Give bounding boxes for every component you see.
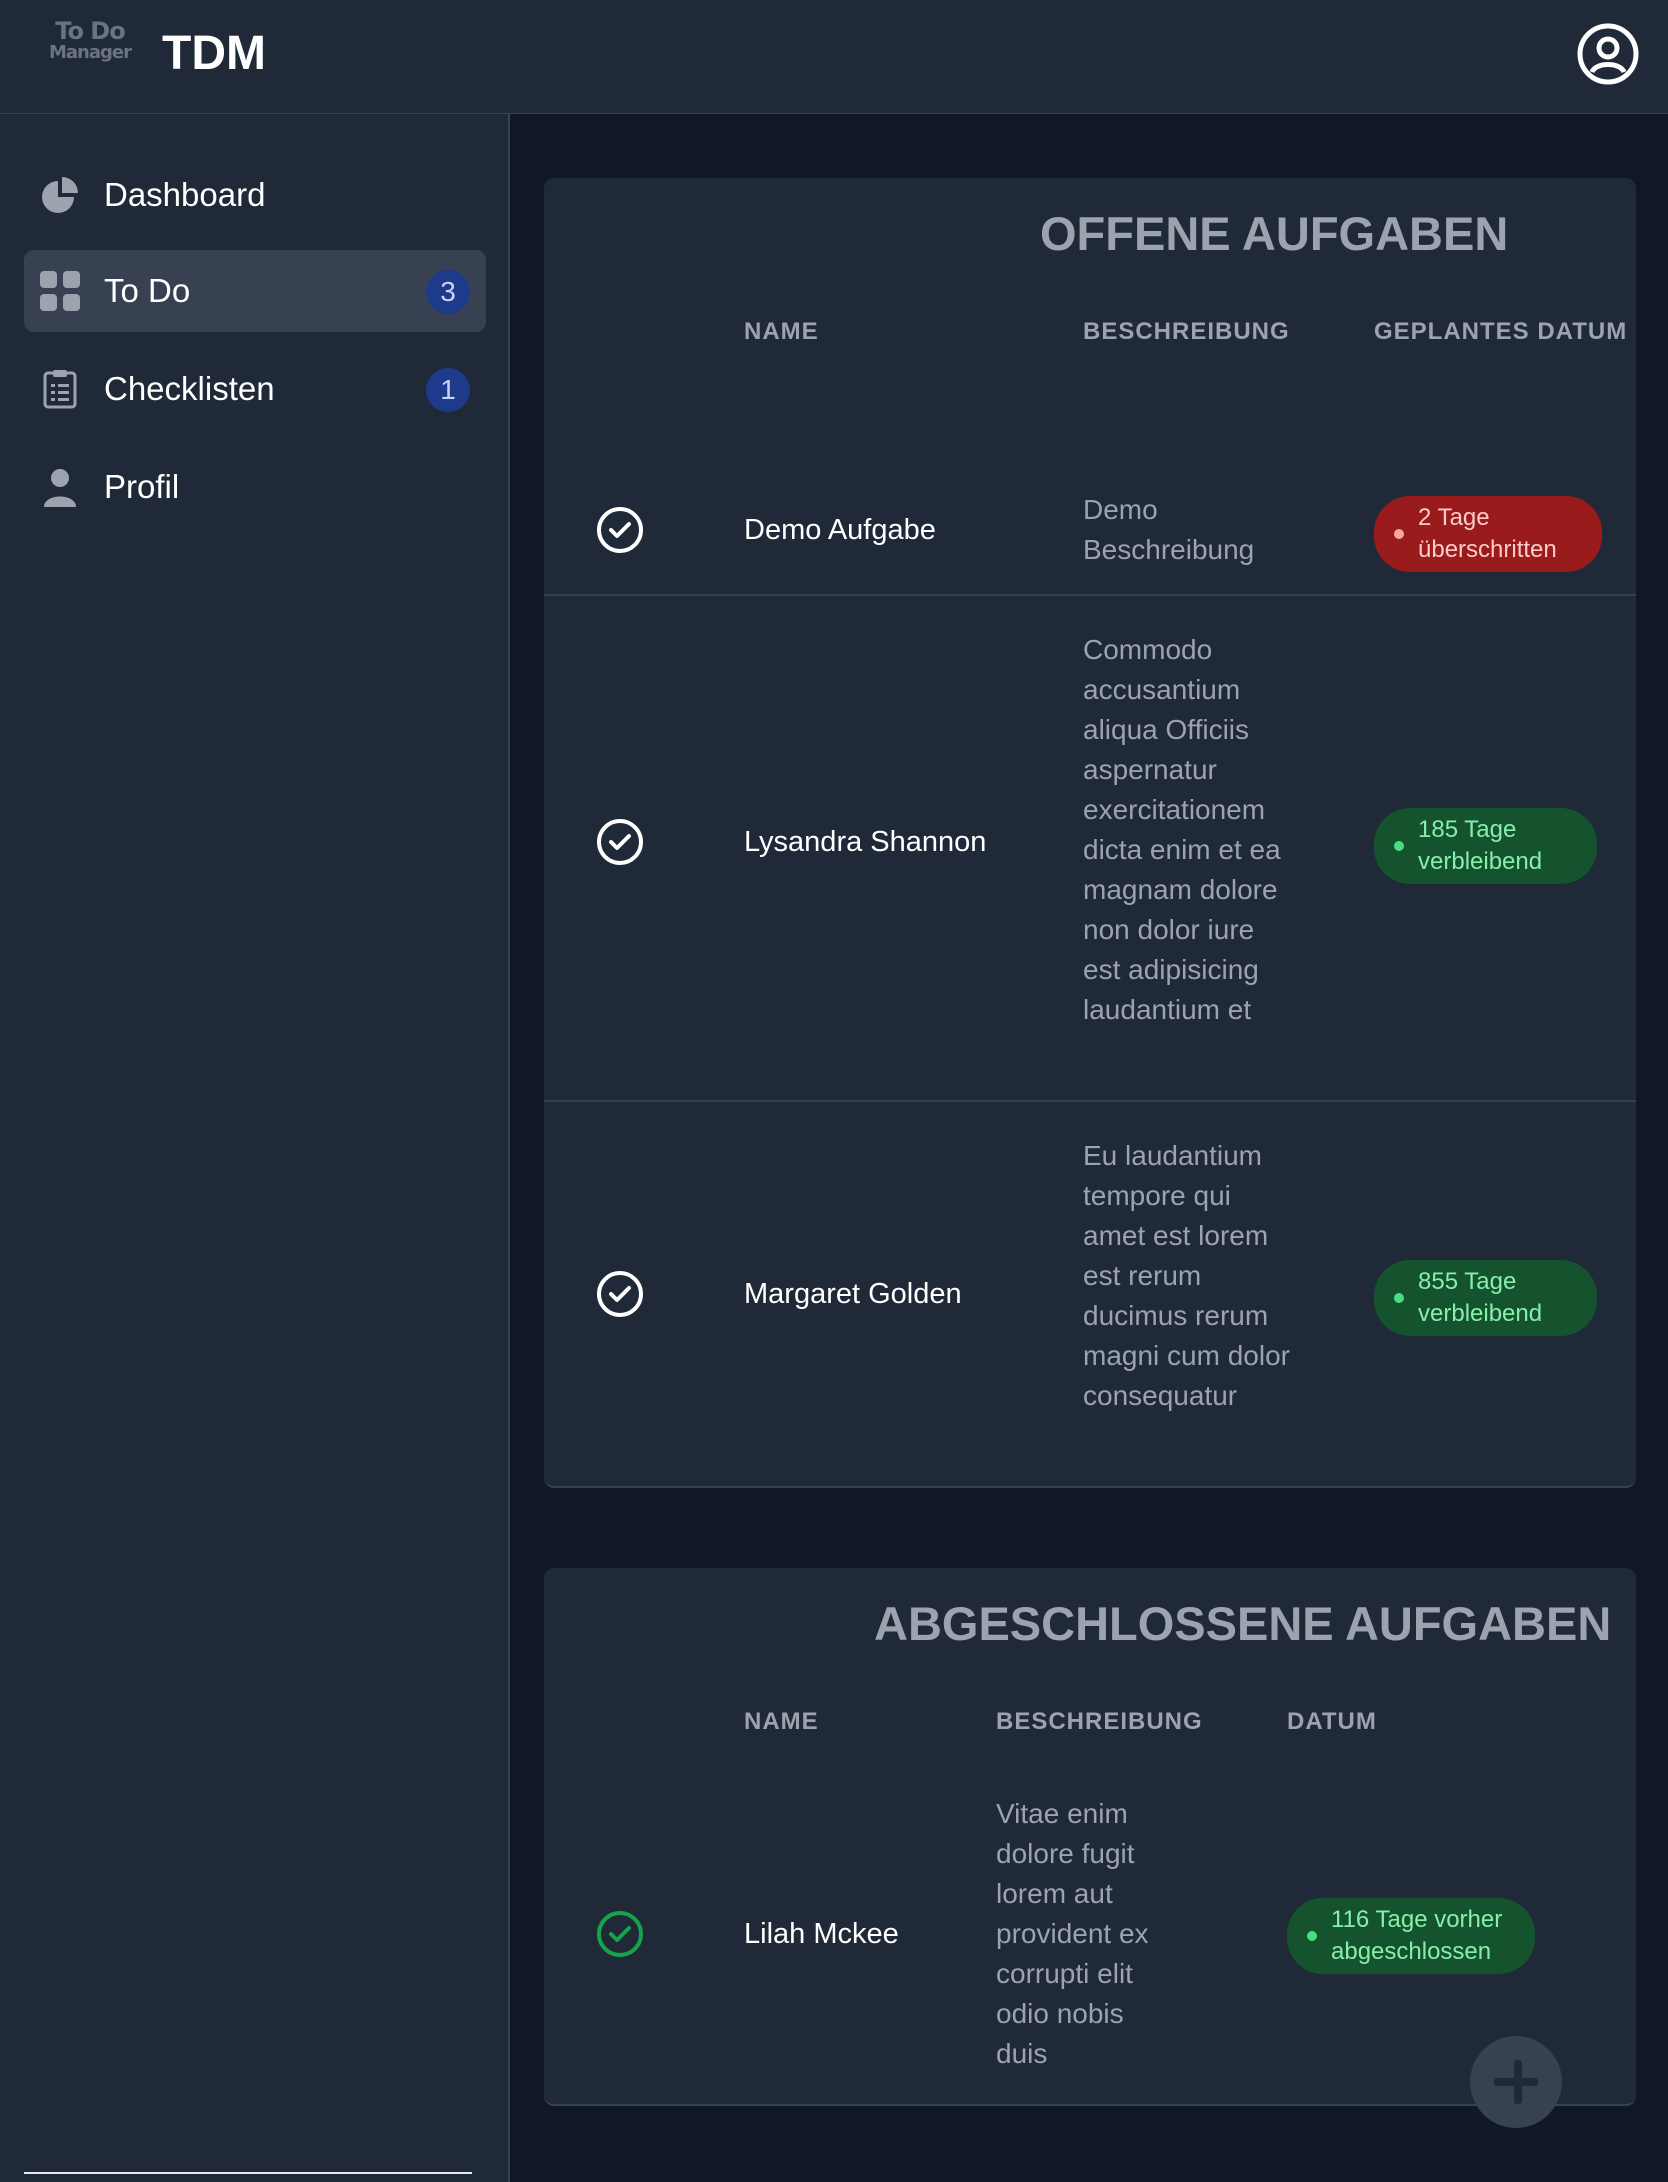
open-tasks-card: OFFENE AUFGABEN NAME BESCHREIBUNG GEPLAN… (544, 178, 1636, 1488)
count-badge: 3 (426, 270, 470, 314)
status-badge: 185 Tage verbleibend (1374, 808, 1597, 884)
check-circle-icon[interactable] (596, 1910, 644, 1958)
task-description: Commodo accusantium aliqua Officiis aspe… (1083, 634, 1281, 1025)
column-header-name[interactable]: NAME (744, 318, 819, 346)
column-header-name[interactable]: NAME (744, 1708, 819, 1736)
status-badge: 855 Tage verbleibend (1374, 1260, 1597, 1336)
sidebar: Dashboard To Do 3 Checklisten 1 Profil (0, 114, 510, 2182)
task-description: Vitae enim dolore fugit lorem aut provid… (996, 1798, 1149, 2069)
card-title: OFFENE AUFGABEN (1040, 207, 1509, 260)
card-title: ABGESCHLOSSENE AUFGABEN (874, 1597, 1612, 1650)
status-text: 116 Tage vorher abgeschlossen (1331, 1906, 1503, 1965)
plus-icon (1494, 2060, 1538, 2104)
top-bar: To Do Manager TDM (0, 0, 1668, 114)
logo-line1: To Do (55, 17, 125, 45)
sidebar-item-label: To Do (104, 272, 191, 309)
column-header-description[interactable]: BESCHREIBUNG (996, 1708, 1203, 1736)
check-circle-icon[interactable] (596, 1270, 644, 1318)
status-badge: 116 Tage vorher abgeschlossen (1287, 1898, 1535, 1974)
divider (24, 2172, 472, 2174)
status-dot (1394, 841, 1404, 851)
task-name: Demo Aufgabe (744, 514, 936, 546)
sidebar-item-dashboard[interactable]: Dashboard (24, 154, 486, 236)
task-name: Lilah Mckee (744, 1918, 899, 1950)
status-dot (1307, 1931, 1317, 1941)
status-dot (1394, 1293, 1404, 1303)
count-badge: 1 (426, 368, 470, 412)
user-circle-icon[interactable] (1576, 22, 1640, 86)
sidebar-item-label: Checklisten (104, 370, 275, 407)
grid-icon (40, 271, 80, 311)
status-text: 855 Tage verbleibend (1418, 1268, 1543, 1327)
status-text: 185 Tage verbleibend (1418, 816, 1543, 875)
task-name: Margaret Golden (744, 1278, 962, 1310)
column-header-date[interactable]: DATUM (1287, 1708, 1377, 1736)
column-header-description[interactable]: BESCHREIBUNG (1083, 318, 1290, 346)
table-row: Margaret Golden Eu laudantium tempore qu… (544, 1100, 1636, 1486)
check-circle-icon[interactable] (596, 506, 644, 554)
sidebar-item-label: Dashboard (104, 176, 266, 213)
sidebar-item-profil[interactable]: Profil (24, 446, 486, 528)
column-header-date[interactable]: GEPLANTES DATUM (1374, 318, 1627, 346)
sidebar-item-checklisten[interactable]: Checklisten 1 (24, 348, 486, 430)
pie-chart-icon (42, 177, 78, 213)
app-logo[interactable]: To Do Manager (40, 17, 140, 70)
task-description: Demo Beschreibung (1083, 494, 1255, 565)
user-icon (44, 469, 76, 507)
table-row: Lysandra Shannon Commodo accusantium ali… (544, 594, 1636, 1102)
sidebar-item-todo[interactable]: To Do 3 (24, 250, 486, 332)
status-text: 2 Tage überschritten (1418, 504, 1557, 563)
completed-tasks-card: ABGESCHLOSSENE AUFGABEN NAME BESCHREIBUN… (544, 1568, 1636, 2106)
task-name: Lysandra Shannon (744, 826, 987, 858)
clipboard-list-icon (43, 370, 77, 409)
status-badge: 2 Tage überschritten (1374, 496, 1602, 572)
add-task-button[interactable] (1470, 2036, 1562, 2128)
status-dot (1394, 529, 1404, 539)
app-title: TDM (162, 27, 266, 80)
sidebar-item-label: Profil (104, 468, 180, 505)
task-description: Eu laudantium tempore qui amet est lorem… (1083, 1140, 1290, 1411)
logo-line2: Manager (49, 42, 132, 63)
check-circle-icon[interactable] (596, 818, 644, 866)
